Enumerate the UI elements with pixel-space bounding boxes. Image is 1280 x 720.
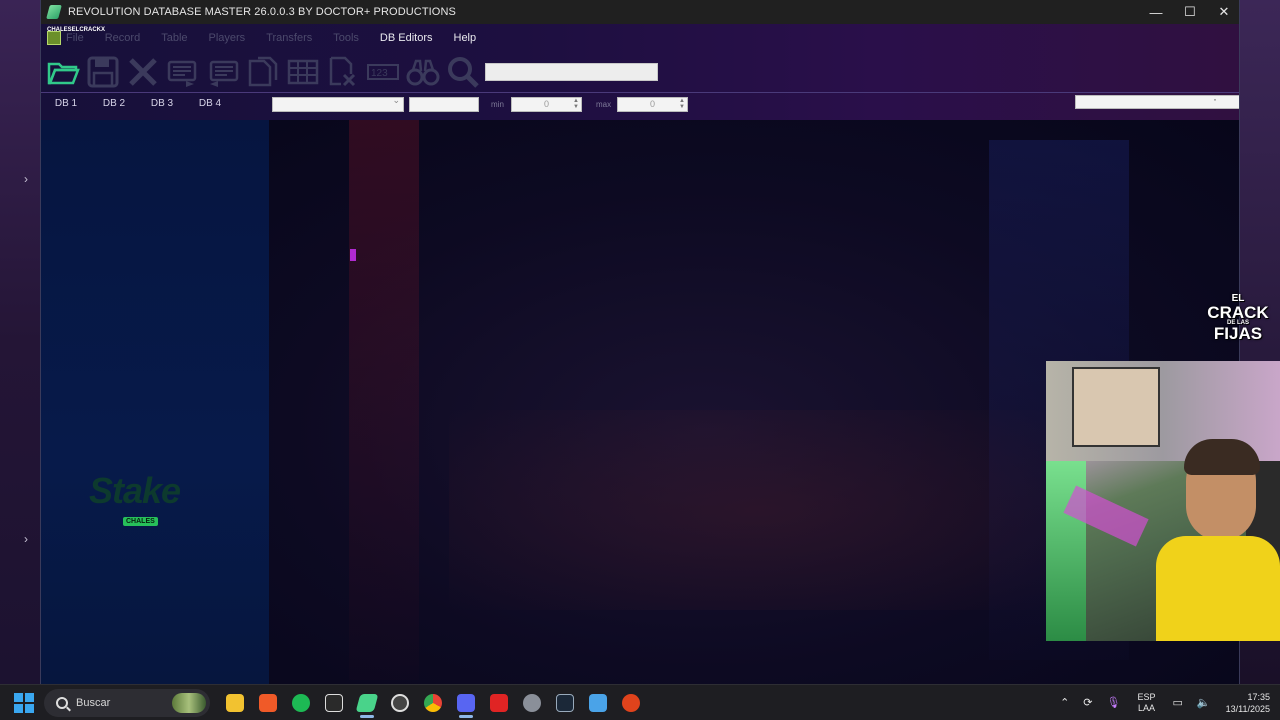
volume-icon[interactable]: 🔈 — [1197, 696, 1211, 709]
menu-db-editors[interactable]: DB Editors — [380, 32, 433, 44]
discord-icon[interactable] — [449, 687, 482, 719]
tab-db-3[interactable]: DB 3 — [139, 98, 185, 109]
tab-db-1[interactable]: DB 1 — [43, 98, 89, 109]
microphone-icon[interactable]: 🎙 — [1107, 696, 1121, 709]
save-icon[interactable] — [85, 54, 121, 90]
language-indicator[interactable]: ESP LAA — [1137, 692, 1155, 714]
open-folder-icon[interactable] — [45, 54, 81, 90]
chrome-icon[interactable] — [416, 687, 449, 719]
window-title: REVOLUTION DATABASE MASTER 26.0.0.3 BY D… — [68, 6, 456, 18]
min-value: 0 — [543, 99, 549, 109]
max-stepper[interactable]: 0 ▲ ▼ — [617, 97, 688, 112]
stepper-arrows-icon[interactable]: ▲ ▼ — [573, 98, 579, 110]
stream-overlay-logo: EL CRACK DE LAS FIJAS — [1207, 293, 1269, 343]
chevron-right-icon[interactable]: › — [24, 532, 28, 546]
settings-icon[interactable] — [515, 687, 548, 719]
filter-text-input[interactable] — [409, 97, 479, 112]
brand-logo-icon — [47, 31, 61, 45]
windows-start-icon[interactable] — [14, 692, 34, 713]
max-value: 0 — [649, 99, 655, 109]
max-label: max — [596, 100, 612, 109]
binoculars-icon[interactable] — [405, 54, 441, 90]
notepad-icon[interactable] — [581, 687, 614, 719]
tab-db-2[interactable]: DB 2 — [91, 98, 137, 109]
toolbar: 123 — [41, 54, 481, 90]
network-icon[interactable]: ▭ — [1173, 696, 1183, 709]
menu-file[interactable]: File — [66, 32, 84, 44]
left-list-panel[interactable]: Stake CHALES — [41, 120, 269, 684]
sponsor-badge: CHALES — [123, 517, 158, 526]
taskbar-search-input[interactable]: Buscar — [44, 688, 210, 717]
system-tray: ⌃ ⟳ 🎙 ESP LAA ▭ 🔈 17:35 13/11/2025 — [1053, 691, 1280, 715]
search-icon — [56, 696, 68, 709]
app-red-icon[interactable] — [482, 687, 515, 719]
sponsor-logo: Stake — [89, 470, 181, 511]
webcam-overlay — [1046, 361, 1280, 641]
min-label: min — [491, 100, 504, 109]
stepper-arrows-icon[interactable]: ▲ ▼ — [679, 98, 685, 110]
search-placeholder: Buscar — [76, 696, 111, 709]
desktop-left-edge: › › — [0, 0, 40, 684]
menu-transfers[interactable]: Transfers — [266, 32, 312, 44]
file-explorer-icon[interactable] — [218, 687, 251, 719]
tab-db-4[interactable]: DB 4 — [187, 98, 233, 109]
search-highlight-image — [172, 692, 206, 713]
chevron-right-icon[interactable]: › — [24, 172, 28, 186]
brand-mini-label: CHALESELCRACKX — [47, 27, 106, 33]
list-back-icon[interactable] — [205, 54, 241, 90]
header-area: CHALESELCRACKX File Record Table Players… — [41, 24, 1239, 120]
app-tray-icon[interactable]: ⟳ — [1083, 696, 1092, 709]
right-search-field[interactable] — [1075, 92, 1239, 109]
maximize-button[interactable]: ☐ — [1173, 0, 1207, 24]
copy-pages-icon[interactable] — [245, 54, 281, 90]
min-stepper[interactable]: 0 ▲ ▼ — [511, 97, 582, 112]
grid-icon[interactable] — [285, 54, 321, 90]
filter-field-select[interactable] — [272, 95, 404, 112]
search-icon[interactable] — [445, 54, 481, 90]
clock[interactable]: 17:35 13/11/2025 — [1226, 691, 1270, 715]
minimize-button[interactable]: — — [1139, 0, 1173, 24]
menu-players[interactable]: Players — [209, 32, 246, 44]
app-orange-icon[interactable] — [614, 687, 647, 719]
taskbar: Buscar ⌃ ⟳ 🎙 ESP LAA ▭ 🔈 17:35 13/11/202… — [0, 684, 1280, 720]
numbers-icon[interactable]: 123 — [365, 54, 401, 90]
close-x-icon[interactable] — [125, 54, 161, 90]
search-input[interactable] — [485, 63, 658, 81]
brave-icon[interactable] — [251, 687, 284, 719]
list-forward-icon[interactable] — [165, 54, 201, 90]
delete-doc-icon[interactable] — [325, 54, 361, 90]
app-logo-icon — [46, 5, 62, 19]
chevron-up-icon[interactable]: ⌃ — [1060, 696, 1069, 709]
menu-bar: CHALESELCRACKX File Record Table Players… — [41, 27, 497, 46]
menu-table[interactable]: Table — [161, 32, 187, 44]
menu-tools[interactable]: Tools — [333, 32, 359, 44]
database-master-icon[interactable] — [350, 687, 383, 719]
close-button[interactable]: ✕ — [1207, 0, 1239, 24]
steam-icon[interactable] — [548, 687, 581, 719]
menu-record[interactable]: Record — [105, 32, 140, 44]
app-icon[interactable] — [383, 687, 416, 719]
text-cursor-icon — [350, 249, 356, 261]
spotify-icon[interactable] — [284, 687, 317, 719]
db-tabs: DB 1 DB 2 DB 3 DB 4 — [41, 98, 233, 109]
title-bar: REVOLUTION DATABASE MASTER 26.0.0.3 BY D… — [41, 0, 1239, 24]
mm-icon[interactable] — [317, 687, 350, 719]
poster-image — [1072, 367, 1160, 447]
svg-text:123: 123 — [371, 68, 388, 79]
menu-help[interactable]: Help — [454, 32, 477, 44]
